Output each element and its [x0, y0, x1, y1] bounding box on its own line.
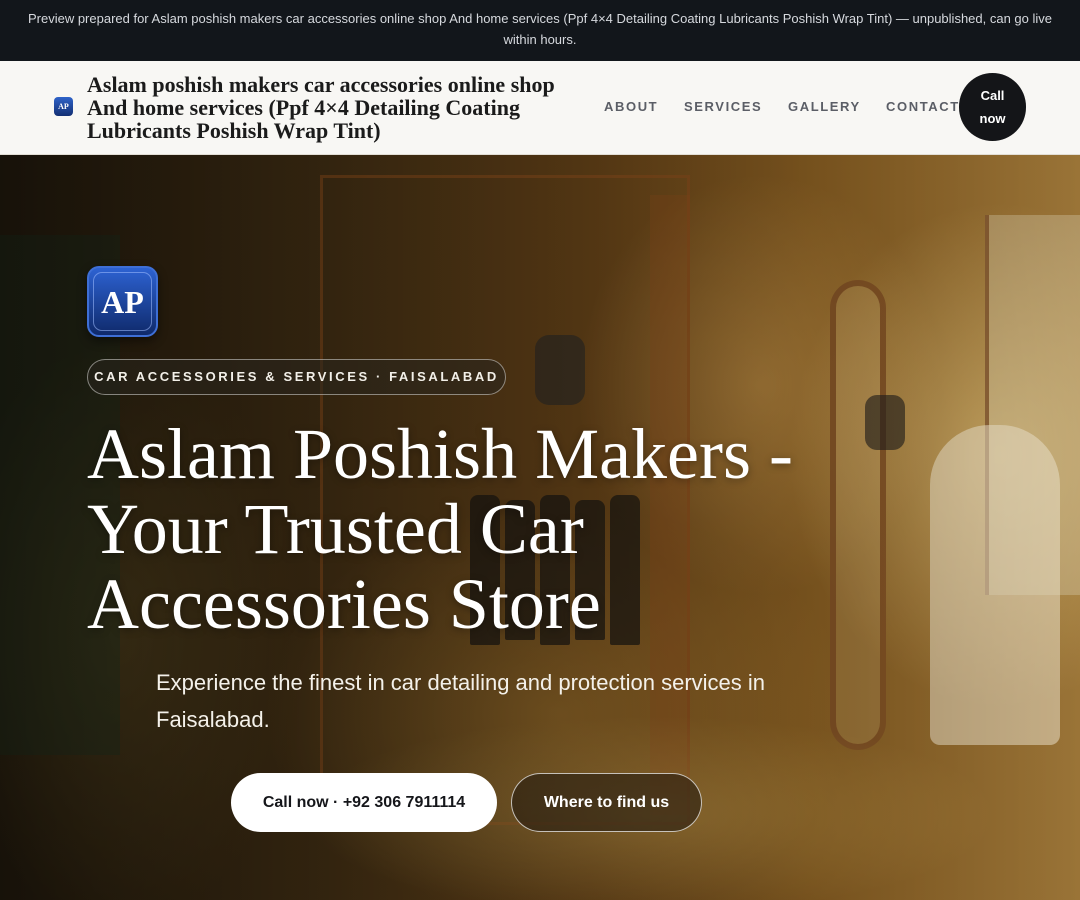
nav-link-about[interactable]: ABOUT [604, 98, 658, 116]
hero-subtitle: Experience the finest in car detailing a… [156, 670, 766, 732]
hero-logo-icon: AP [87, 266, 158, 337]
hero-title: Aslam Poshish Makers - Your Trusted Car … [87, 414, 793, 644]
hero-section: AP CAR ACCESSORIES & SERVICES · FAISALAB… [0, 155, 1080, 900]
site-header: AP Aslam poshish makers car accessories … [0, 61, 1080, 155]
find-us-button[interactable]: Where to find us [511, 773, 702, 832]
nav-link-services[interactable]: SERVICES [684, 98, 762, 116]
hero-category-badge: CAR ACCESSORIES & SERVICES · FAISALABAD [87, 359, 506, 395]
call-now-button[interactable]: Call now · +92 306 7911114 [231, 773, 497, 832]
header-call-button[interactable]: Call now [959, 73, 1026, 141]
nav-link-gallery[interactable]: GALLERY [788, 98, 861, 116]
hero-logo-text: AP [93, 272, 152, 331]
brand-name[interactable]: Aslam poshish makers car accessories onl… [87, 73, 587, 142]
brand-logo-icon[interactable]: AP [54, 97, 73, 116]
preview-banner: Preview prepared for Aslam poshish maker… [0, 0, 1080, 61]
nav-link-contact[interactable]: CONTACT [886, 98, 960, 116]
preview-banner-text: Preview prepared for Aslam poshish maker… [27, 11, 1053, 47]
